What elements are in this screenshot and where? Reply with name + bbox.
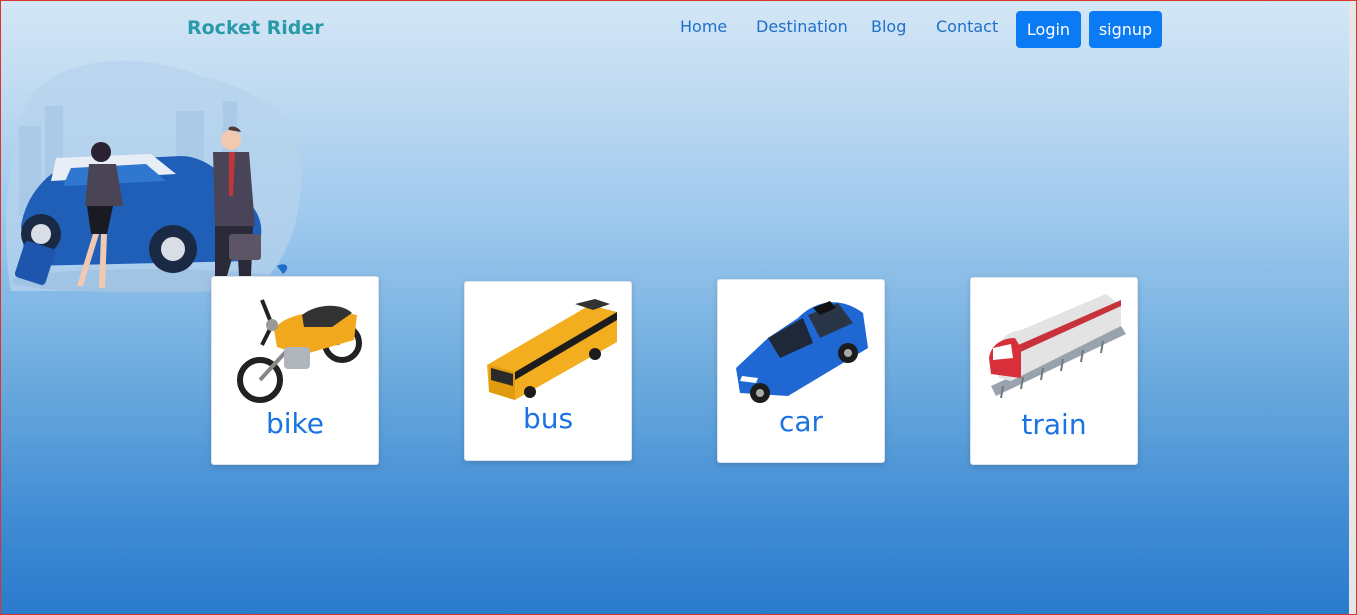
page: Rocket Rider Home Destination Blog Conta… xyxy=(0,0,1357,615)
travelers-with-car-illustration xyxy=(6,60,302,293)
vehicle-label: bus xyxy=(522,402,574,435)
train-icon xyxy=(989,294,1126,399)
motorcycle-icon xyxy=(237,299,362,403)
vehicle-label: bike xyxy=(266,407,324,440)
signup-button[interactable]: signup xyxy=(1089,11,1162,48)
vehicle-card-car[interactable]: car xyxy=(717,279,885,463)
nav-contact-link[interactable]: Contact xyxy=(936,17,998,36)
car-icon xyxy=(736,301,868,403)
login-button[interactable]: Login xyxy=(1016,11,1081,48)
brand-logo[interactable]: Rocket Rider xyxy=(187,17,324,39)
vertical-scrollbar[interactable] xyxy=(1349,1,1356,614)
vehicle-card-train[interactable]: train xyxy=(970,277,1138,465)
nav-home-link[interactable]: Home xyxy=(680,17,727,36)
bus-icon xyxy=(487,299,617,400)
nav-blog-link[interactable]: Blog xyxy=(871,17,906,36)
vehicle-card-bike[interactable]: bike xyxy=(211,276,379,465)
vehicle-label: train xyxy=(1021,408,1087,441)
vehicle-card-bus[interactable]: bus xyxy=(464,281,632,461)
nav-destination-link[interactable]: Destination xyxy=(756,17,848,36)
vehicle-label: car xyxy=(778,405,824,438)
